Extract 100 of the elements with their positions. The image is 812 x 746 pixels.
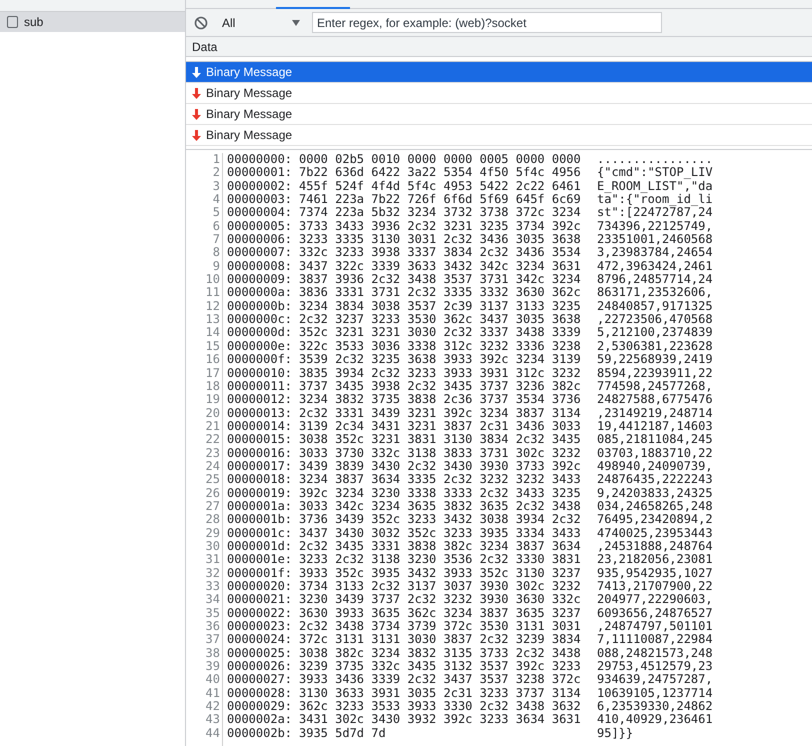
hex-offset: 00000001: — [227, 166, 294, 180]
square-icon — [7, 16, 18, 28]
hex-bytes: 0000 02b5 0010 0000 0000 0005 0000 0000 — [299, 153, 582, 166]
hex-offset: 00000003: — [227, 193, 294, 206]
hex-bytes: 3935 5d7d 7d — [299, 726, 387, 740]
ascii-text: 8594,22393911,22 — [597, 366, 713, 380]
hex-offset: 00000008: — [227, 260, 294, 274]
hex-offset: 0000002b: — [227, 726, 294, 740]
hex-bytes: 3233 3335 3130 3031 2c32 3436 3035 3638 — [299, 233, 582, 246]
hex-offset: 0000000f: — [227, 353, 294, 366]
line-number: 42 — [206, 700, 220, 714]
hex-bytes: 3437 3430 3032 352c 3233 3935 3334 3433 — [299, 526, 582, 540]
hex-bytes: 3837 3936 2c32 3438 3537 3731 342c 3234 — [299, 273, 582, 286]
ascii-text: 410,40929,236461 — [597, 713, 713, 727]
down-arrow-icon — [192, 66, 201, 78]
hex-offset: 00000026: — [227, 660, 294, 674]
ascii-text: 19,4412187,14603 — [597, 420, 713, 434]
hex-offset: 00000012: — [227, 393, 294, 407]
hex-bytes: 7b22 636d 6422 3a22 5354 4f50 5f4c 4956 — [299, 166, 582, 180]
line-number: 22 — [206, 433, 220, 447]
ascii-text: 76495,23420894,2 — [597, 513, 713, 527]
ascii-text: st":[22472787,24 — [597, 206, 713, 220]
hex-offset: 00000024: — [227, 633, 294, 647]
ascii-text: 498940,24090739, — [597, 460, 713, 474]
hex-bytes: 3038 352c 3231 3831 3130 3834 2c32 3435 — [299, 433, 582, 447]
line-number: 38 — [206, 646, 220, 660]
search-field[interactable]: Enter regex, for example: (web)?socket — [312, 12, 662, 33]
line-number: 26 — [206, 486, 220, 500]
hex-offset: 0000001a: — [227, 500, 294, 514]
hex-bytes: 3933 352c 3935 3432 3933 352c 3130 3237 — [299, 566, 582, 580]
hex-bytes: 362c 3233 3533 3933 3330 2c32 3438 3632 — [299, 700, 582, 714]
down-arrow-icon — [192, 108, 201, 120]
hex-bytes: 7461 223a 7b22 726f 6f6d 5f69 645f 6c69 — [299, 193, 582, 206]
hex-offset: 0000000c: — [227, 313, 294, 326]
hex-offset: 00000027: — [227, 673, 294, 687]
ascii-text: 088,24821573,248 — [597, 646, 713, 660]
line-number: 23 — [206, 446, 220, 460]
line-number: 27 — [206, 500, 220, 514]
ascii-text: 085,21811084,245 — [597, 433, 713, 447]
line-number: 33 — [206, 580, 220, 594]
block-icon[interactable] — [194, 16, 208, 30]
hex-bytes: 3431 302c 3430 3932 392c 3233 3634 3631 — [299, 713, 582, 727]
ascii-text: 734396,22125749, — [597, 220, 713, 234]
line-number: 41 — [206, 686, 220, 700]
hex-bytes: 2c32 3438 3734 3739 372c 3530 3131 3031 — [299, 620, 582, 634]
hex-bytes: 3033 342c 3234 3635 3832 3635 2c32 3438 — [299, 500, 582, 514]
hex-offset: 0000001e: — [227, 553, 294, 567]
hex-offset: 00000025: — [227, 646, 294, 660]
line-number: 6 — [212, 220, 220, 234]
hex-offset: 00000029: — [227, 700, 294, 714]
filter-dropdown[interactable]: All — [222, 14, 302, 32]
ascii-text: ta":{"room_id_li — [597, 193, 713, 206]
line-number: 25 — [206, 473, 220, 487]
hex-offset: 00000009: — [227, 273, 294, 286]
ascii-text: 9,24203833,24325 — [597, 486, 713, 500]
sidebar-item[interactable]: sub — [0, 12, 185, 32]
hex-bytes: 2c32 3331 3439 3231 392c 3234 3837 3134 — [299, 406, 582, 420]
line-number: 15 — [206, 340, 220, 354]
hex-offset: 00000006: — [227, 233, 294, 246]
ascii-text: 774598,24577268, — [597, 380, 713, 394]
line-number: 36 — [206, 620, 220, 634]
hex-offset: 00000019: — [227, 486, 294, 500]
ascii-text: 3,23983784,24654 — [597, 246, 713, 260]
line-number: 32 — [206, 566, 220, 580]
hex-bytes: 7374 223a 5b32 3234 3732 3738 372c 3234 — [299, 206, 582, 220]
hex-offset: 0000002a: — [227, 713, 294, 727]
hex-offset: 0000001f: — [227, 566, 294, 580]
ascii-text: 6,23539330,24862 — [597, 700, 713, 714]
hex-bytes: 372c 3131 3131 3030 3837 2c32 3239 3834 — [299, 633, 582, 647]
line-number: 34 — [206, 593, 220, 607]
hex-bytes: 2c32 3435 3331 3838 382c 3234 3837 3634 — [299, 540, 582, 554]
hex-offset: 0000001b: — [227, 513, 294, 527]
hex-offset: 0000000d: — [227, 326, 294, 340]
line-number: 4 — [212, 193, 220, 206]
hex-bytes: 3733 3433 3936 2c32 3231 3235 3734 392c — [299, 220, 582, 234]
message-row[interactable]: Binary Message — [186, 62, 812, 83]
ascii-text: 034,24658265,248 — [597, 500, 713, 514]
ascii-text: 6093656,24876527 — [597, 606, 713, 620]
line-number: 43 — [206, 713, 220, 727]
line-number: 20 — [206, 406, 220, 420]
hex-offset: 00000016: — [227, 446, 294, 460]
line-number: 7 — [212, 233, 220, 246]
ascii-text: 934639,24757287, — [597, 673, 713, 687]
hex-bytes: 3033 3730 332c 3138 3833 3731 302c 3232 — [299, 446, 582, 460]
ascii-text: 24840857,9171325 — [597, 300, 713, 314]
line-number: 30 — [206, 540, 220, 554]
hex-offset: 0000000b: — [227, 300, 294, 314]
hex-offset: 00000000: — [227, 153, 294, 166]
hex-bytes: 3038 382c 3234 3832 3135 3733 2c32 3438 — [299, 646, 582, 660]
hex-bytes: 322c 3533 3036 3338 312c 3232 3336 3238 — [299, 340, 582, 354]
ascii-text: ,22723506,470568 — [597, 313, 713, 326]
hex-offset: 00000017: — [227, 460, 294, 474]
caret-icon — [292, 20, 300, 26]
line-number: 2 — [212, 166, 220, 180]
line-number: 11 — [206, 286, 220, 300]
hex-bytes: 3933 3436 3339 2c32 3437 3537 3238 372c — [299, 673, 582, 687]
ascii-text: 29753,4512579,23 — [597, 660, 713, 674]
hex-bytes: 3539 2c32 3235 3638 3933 392c 3234 3139 — [299, 353, 582, 366]
hex-bytes: 3630 3933 3635 362c 3234 3837 3635 3237 — [299, 606, 582, 620]
ascii-text: ,23149219,248714 — [597, 406, 713, 420]
